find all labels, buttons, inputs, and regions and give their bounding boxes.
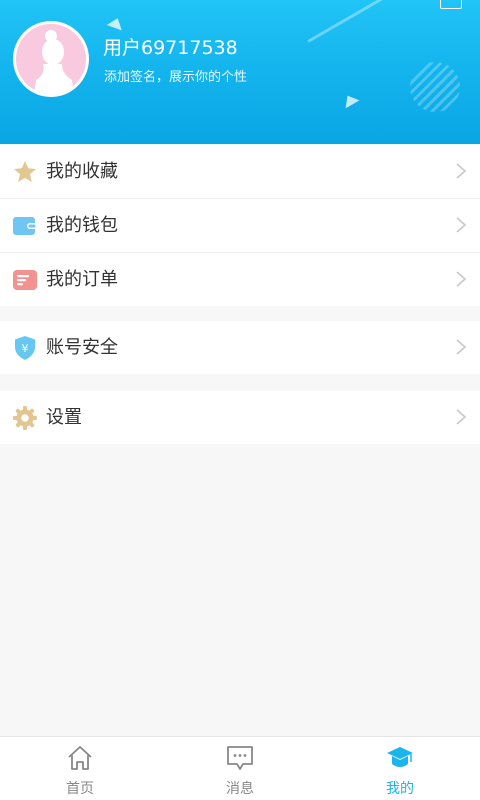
gear-icon (13, 406, 37, 430)
avatar[interactable] (13, 21, 89, 97)
tab-label: 首页 (66, 781, 94, 797)
decor-triangle (340, 91, 360, 109)
graduation-cap-icon (387, 747, 413, 767)
menu-item-account-security[interactable]: ¥ 账号安全 (0, 321, 480, 374)
menu-item-label: 我的收藏 (46, 161, 118, 182)
chevron-right-icon (456, 217, 467, 233)
home-icon (68, 746, 92, 770)
menu-item-label: 我的订单 (46, 269, 118, 290)
chevron-right-icon (456, 409, 467, 425)
menu-item-orders[interactable]: 我的订单 (0, 253, 480, 306)
decor-circle (410, 62, 460, 112)
menu-item-wallet[interactable]: 我的钱包 (0, 199, 480, 253)
wallet-icon (13, 217, 37, 235)
shield-icon: ¥ (15, 336, 35, 360)
tab-label: 我的 (386, 781, 414, 797)
menu-group-main: 我的收藏 我的钱包 我的订单 (0, 145, 480, 306)
menu-item-label: 账号安全 (46, 337, 118, 358)
tab-label: 消息 (226, 781, 254, 797)
username[interactable]: 用户69717538 (103, 33, 238, 60)
profile-page: 用户69717538 添加签名，展示你的个性 我的收藏 我的钱包 我的订单 ¥ … (0, 0, 480, 800)
menu-group-settings: 设置 (0, 391, 480, 444)
edit-icon[interactable] (440, 0, 462, 9)
chevron-right-icon (456, 339, 467, 355)
decor-stripe (307, 0, 413, 43)
menu-item-favorites[interactable]: 我的收藏 (0, 145, 480, 199)
tab-messages[interactable]: 消息 (160, 737, 320, 800)
female-silhouette-icon (34, 30, 74, 94)
menu-item-label: 设置 (46, 407, 82, 428)
signature[interactable]: 添加签名，展示你的个性 (104, 66, 247, 85)
decor-triangle (106, 15, 126, 31)
message-icon (227, 746, 253, 770)
menu-item-label: 我的钱包 (46, 215, 118, 236)
menu-group-security: ¥ 账号安全 (0, 321, 480, 374)
tab-home[interactable]: 首页 (0, 737, 160, 800)
chevron-right-icon (456, 163, 467, 179)
avatar-image (16, 24, 86, 94)
svg-text:¥: ¥ (22, 342, 29, 355)
tab-mine[interactable]: 我的 (320, 737, 480, 800)
profile-header: 用户69717538 添加签名，展示你的个性 (0, 0, 480, 144)
star-icon (14, 161, 36, 182)
chevron-right-icon (456, 271, 467, 287)
menu-item-settings[interactable]: 设置 (0, 391, 480, 444)
order-icon (13, 270, 37, 290)
bottom-tab-bar: 首页 消息 我的 (0, 736, 480, 800)
